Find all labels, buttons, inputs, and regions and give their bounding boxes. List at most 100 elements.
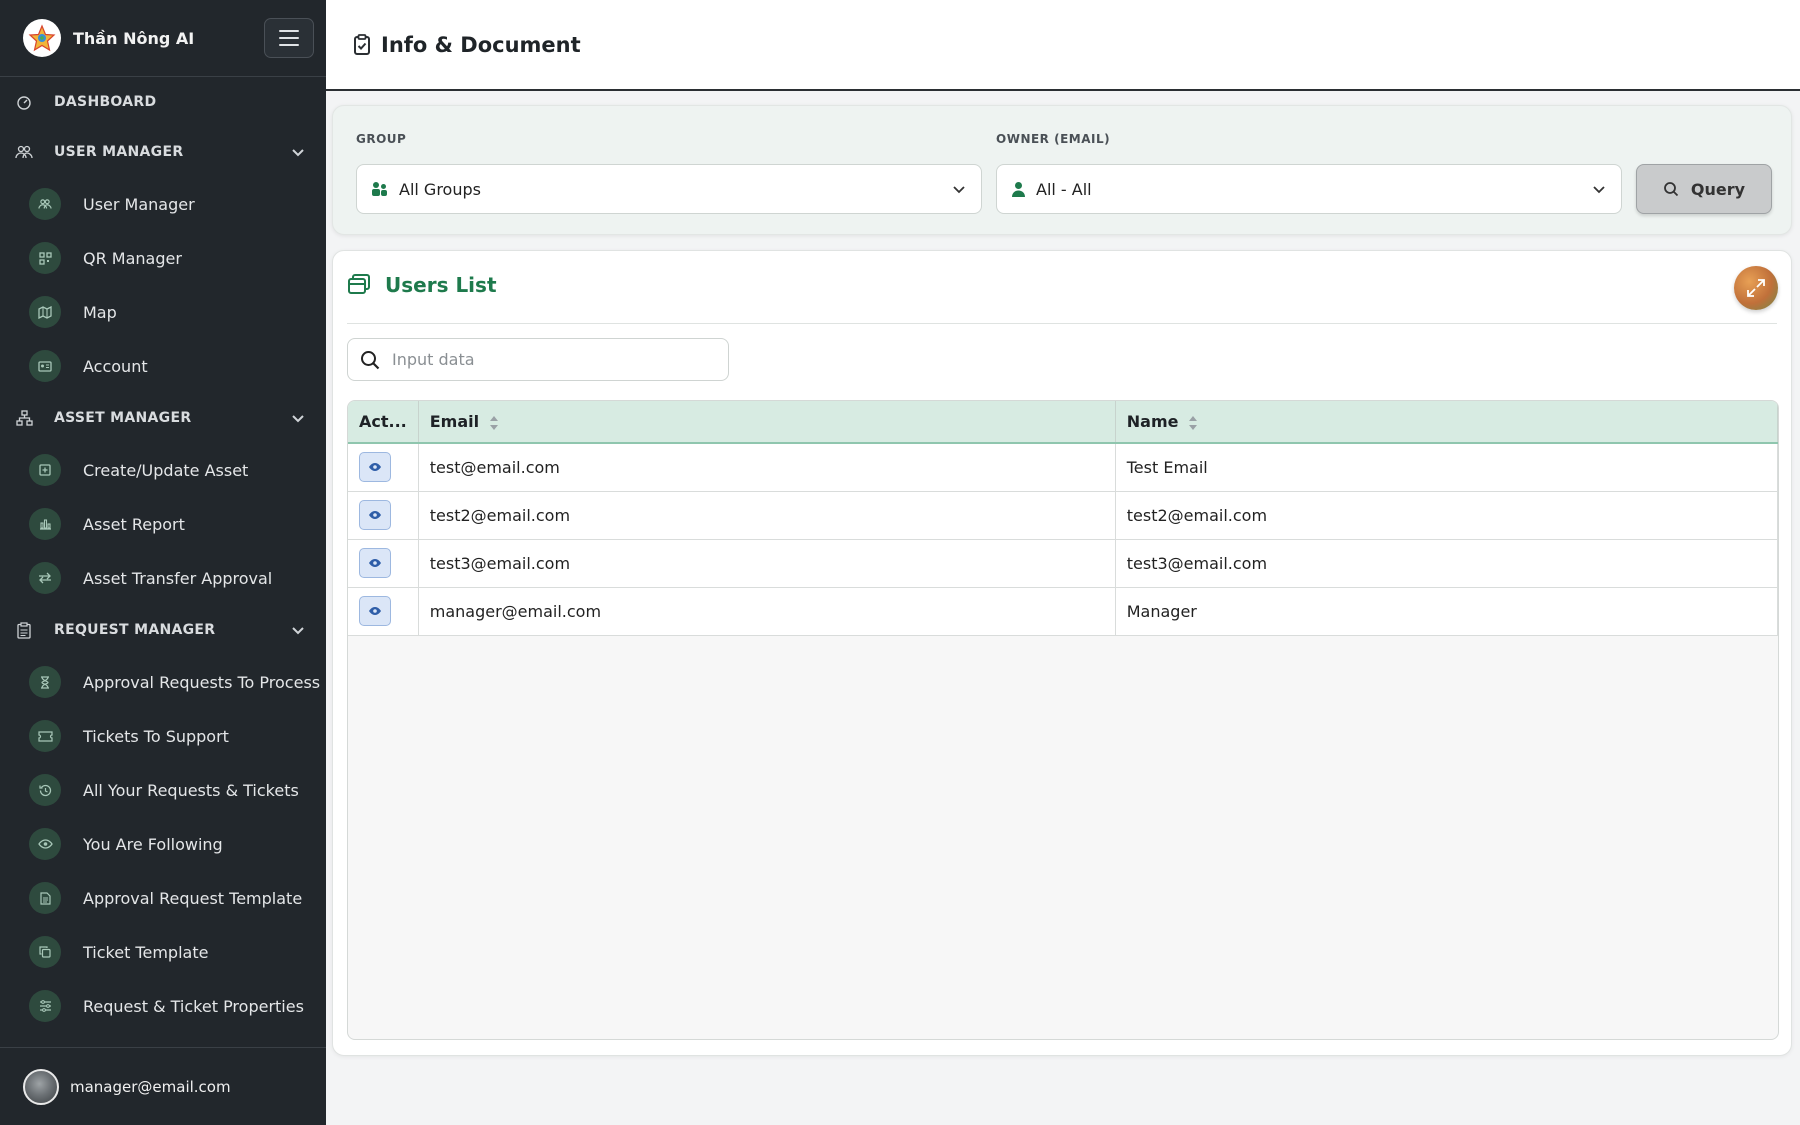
copy-icon (29, 936, 61, 968)
brand-logo[interactable] (23, 19, 61, 57)
sidebar-section-label: ASSET MANAGER (54, 410, 192, 426)
ticket-icon (29, 720, 61, 752)
owner-label: OWNER (EMAIL) (996, 132, 1111, 146)
divider (347, 323, 1777, 324)
name-cell: test3@email.com (1115, 539, 1778, 587)
sidebar-item-account[interactable]: Account (0, 339, 326, 393)
sidebar-item-label: Create/Update Asset (83, 460, 249, 480)
sidebar-item-label: Approval Request Template (83, 888, 303, 908)
qr-icon (29, 242, 61, 274)
query-button[interactable]: Query (1636, 164, 1772, 214)
sort-icon[interactable] (1188, 415, 1198, 431)
group-select[interactable]: All Groups (356, 164, 982, 214)
page-title: Info & Document (381, 32, 581, 57)
column-header-name[interactable]: Name (1115, 401, 1778, 443)
chevron-down-icon[interactable] (290, 144, 306, 160)
sliders-icon (29, 990, 61, 1022)
transfer-icon (29, 562, 61, 594)
brand-header: Thần Nông AI (0, 0, 326, 77)
map-icon (29, 296, 61, 328)
name-cell: Manager (1115, 587, 1778, 635)
users-icon (14, 142, 34, 162)
chevron-down-icon[interactable] (290, 622, 306, 638)
eye-icon (29, 828, 61, 860)
query-button-label: Query (1690, 179, 1746, 199)
users-search[interactable] (347, 338, 729, 381)
clipboard-icon (14, 620, 34, 640)
sidebar-item-map[interactable]: Map (0, 285, 326, 339)
sidebar-item-create-update-asset[interactable]: Create/Update Asset (0, 443, 326, 497)
sidebar-section-label: USER MANAGER (54, 144, 184, 160)
users-icon (372, 182, 387, 196)
email-cell: test3@email.com (418, 539, 1116, 587)
name-cell: Test Email (1115, 443, 1778, 491)
current-user-email: manager@email.com (70, 1077, 231, 1096)
id-card-icon (29, 350, 61, 382)
eye-icon (369, 511, 381, 519)
filter-panel: GROUP All Groups OWNER (EMAIL) All - All… (332, 105, 1792, 235)
sidebar-item-label: Approval Requests To Process (83, 672, 321, 692)
current-user[interactable]: manager@email.com (0, 1047, 326, 1125)
view-button[interactable] (359, 548, 391, 578)
dashboard-icon (14, 92, 34, 112)
sidebar-section-request-manager[interactable]: REQUEST MANAGER (0, 605, 326, 655)
group-select-value: All Groups (399, 179, 481, 199)
eye-icon (369, 559, 381, 567)
group-label: GROUP (356, 132, 407, 146)
avatar[interactable] (23, 1068, 59, 1105)
sidebar-item-tickets-to-support[interactable]: Tickets To Support (0, 709, 326, 763)
table-row: test2@email.com test2@email.com (348, 491, 1778, 539)
sidebar-item-user-manager[interactable]: User Manager (0, 177, 326, 231)
sidebar-section-asset-manager[interactable]: ASSET MANAGER (0, 393, 326, 443)
sidebar-item-label: Account (83, 356, 148, 376)
sidebar-item-label: Tickets To Support (83, 726, 229, 746)
view-button[interactable] (359, 500, 391, 530)
sidebar-item-label: You Are Following (83, 834, 223, 854)
sidebar-item-approval-requests-to-process[interactable]: Approval Requests To Process (0, 655, 326, 709)
owner-select[interactable]: All - All (996, 164, 1622, 214)
sidebar-item-approval-request-template[interactable]: Approval Request Template (0, 871, 326, 925)
view-button[interactable] (359, 596, 391, 626)
chevron-down-icon (953, 186, 965, 194)
menu-toggle-button[interactable] (264, 18, 314, 58)
users-list-header: Users List (347, 273, 497, 297)
column-header-email[interactable]: Email (418, 401, 1116, 443)
sidebar: Thần Nông AI DASHBOARD USER MANAGER User… (0, 0, 326, 1125)
sidebar-item-label: QR Manager (83, 248, 182, 268)
table-row: test3@email.com test3@email.com (348, 539, 1778, 587)
email-cell: test2@email.com (418, 491, 1116, 539)
name-cell: test2@email.com (1115, 491, 1778, 539)
expand-button[interactable] (1734, 266, 1778, 310)
eye-icon (369, 463, 381, 472)
owner-select-value: All - All (1036, 179, 1092, 199)
search-icon (361, 350, 380, 369)
sidebar-item-you-are-following[interactable]: You Are Following (0, 817, 326, 871)
brand-name: Thần Nông AI (73, 28, 195, 48)
sort-icon[interactable] (489, 415, 499, 431)
sidebar-section-user-manager[interactable]: USER MANAGER (0, 127, 326, 177)
history-icon (29, 774, 61, 806)
sidebar-item-label: Request & Ticket Properties (83, 996, 304, 1016)
users-table: Act... Email Name test@email.com Test Em… (347, 400, 1779, 1040)
sidebar-item-qr-manager[interactable]: QR Manager (0, 231, 326, 285)
search-input[interactable] (392, 350, 692, 369)
users-list-card: Users List Act... Email Name test@email.… (332, 250, 1792, 1056)
document-icon (29, 882, 61, 914)
sidebar-item-all-your-requests[interactable]: All Your Requests & Tickets (0, 763, 326, 817)
sidebar-section-dashboard[interactable]: DASHBOARD (0, 77, 326, 127)
sidebar-item-request-ticket-properties[interactable]: Request & Ticket Properties (0, 979, 326, 1033)
bar-chart-icon (29, 508, 61, 540)
sidebar-section-label: DASHBOARD (54, 94, 157, 110)
sidebar-item-ticket-template[interactable]: Ticket Template (0, 925, 326, 979)
chevron-down-icon[interactable] (290, 410, 306, 426)
sidebar-item-label: All Your Requests & Tickets (83, 780, 299, 800)
email-cell: test@email.com (418, 443, 1116, 491)
sidebar-item-label: Ticket Template (83, 942, 209, 962)
view-button[interactable] (359, 452, 391, 483)
search-icon (1664, 182, 1679, 197)
clipboard-check-icon (354, 33, 370, 55)
sidebar-item-asset-transfer-approval[interactable]: Asset Transfer Approval (0, 551, 326, 605)
sidebar-item-asset-report[interactable]: Asset Report (0, 497, 326, 551)
cards-icon (348, 274, 370, 294)
user-icon (1012, 182, 1025, 197)
